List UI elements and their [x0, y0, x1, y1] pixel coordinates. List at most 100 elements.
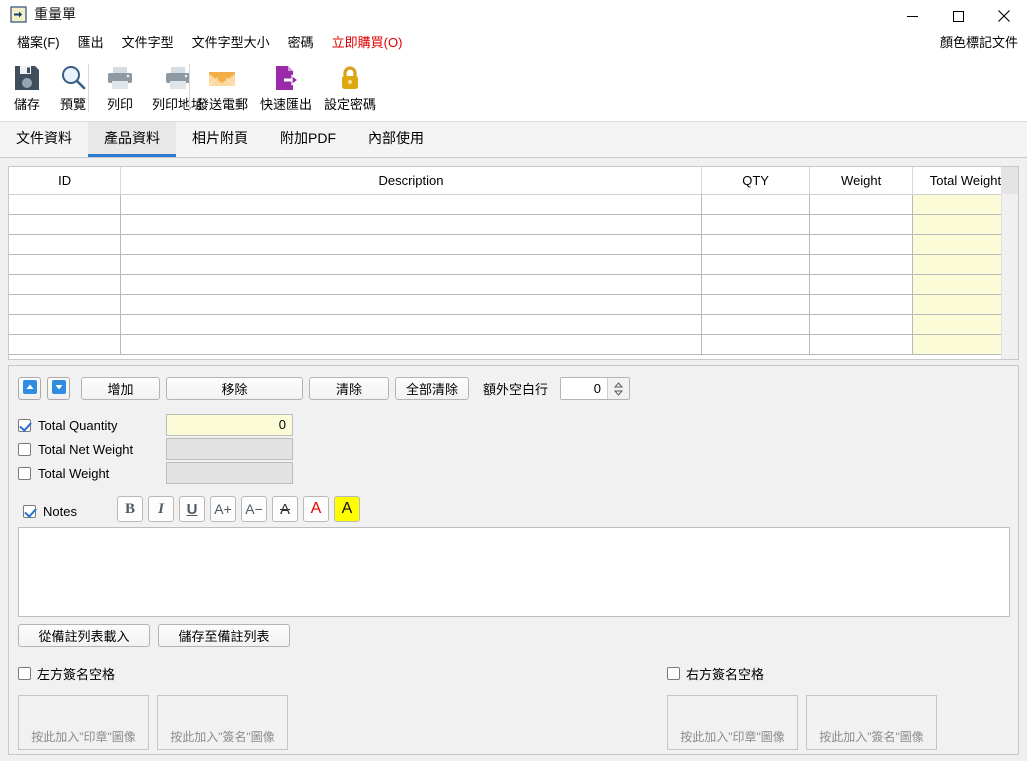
table-row[interactable] [9, 254, 1018, 275]
cell-weight[interactable] [809, 234, 913, 255]
right-signature-image-dropzone[interactable]: 按此加入"簽名"圖像 [806, 695, 937, 750]
menu-item-password[interactable]: 密碼 [279, 32, 323, 54]
column-header-weight[interactable]: Weight [809, 167, 913, 195]
strikethrough-button[interactable]: A [272, 496, 298, 522]
total-quantity-checkbox[interactable] [18, 418, 31, 432]
cell-weight[interactable] [809, 194, 913, 215]
left-signature-image-dropzone[interactable]: 按此加入"簽名"圖像 [157, 695, 288, 750]
cell-weight[interactable] [809, 214, 913, 235]
toolbar-button-send-email[interactable]: 發送電郵 [190, 54, 254, 118]
cell-id[interactable] [9, 194, 122, 215]
cell-qty[interactable] [701, 234, 811, 255]
close-button[interactable] [981, 0, 1027, 32]
menu-item-buy-now[interactable]: 立即購買(O) [323, 32, 412, 54]
right-stamp-image-dropzone[interactable]: 按此加入"印章"圖像 [667, 695, 798, 750]
move-row-down-button[interactable] [47, 377, 70, 400]
cell-qty[interactable] [701, 334, 811, 355]
add-row-button[interactable]: 增加 [81, 377, 160, 400]
table-row[interactable] [9, 334, 1018, 355]
color-marked-document-label[interactable]: 顏色標記文件 [940, 32, 1018, 54]
table-row[interactable] [9, 214, 1018, 235]
cell-description[interactable] [120, 314, 702, 335]
left-signature-checkbox[interactable] [18, 667, 31, 680]
toolbar-button-quick-export[interactable]: 快速匯出 [254, 54, 318, 118]
total-net-weight-checkbox[interactable] [18, 442, 31, 456]
cell-weight[interactable] [809, 254, 913, 275]
notes-textarea[interactable] [18, 527, 1010, 617]
cell-qty[interactable] [701, 274, 811, 295]
toolbar-button-print[interactable]: 列印 [94, 54, 146, 118]
font-decrease-button[interactable]: A− [241, 496, 267, 522]
cell-qty[interactable] [701, 194, 811, 215]
column-header-id[interactable]: ID [9, 167, 122, 195]
toolbar-button-save[interactable]: 儲存 [4, 54, 50, 118]
clear-button[interactable]: 清除 [309, 377, 389, 400]
minimize-button[interactable] [889, 0, 935, 32]
cell-description[interactable] [120, 214, 702, 235]
column-header-description[interactable]: Description [120, 167, 702, 195]
highlight-color-button[interactable]: A [334, 496, 360, 522]
tab-document-data[interactable]: 文件資料 [0, 122, 88, 157]
cell-description[interactable] [120, 254, 702, 275]
table-row[interactable] [9, 314, 1018, 335]
cell-qty[interactable] [701, 254, 811, 275]
cell-description[interactable] [120, 274, 702, 295]
cell-id[interactable] [9, 234, 122, 255]
cell-id[interactable] [9, 214, 122, 235]
cell-id[interactable] [9, 254, 122, 275]
clear-all-button[interactable]: 全部清除 [395, 377, 469, 400]
left-stamp-image-dropzone[interactable]: 按此加入"印章"圖像 [18, 695, 149, 750]
move-row-up-button[interactable] [18, 377, 41, 400]
notes-checkbox[interactable] [23, 505, 36, 518]
remove-row-button[interactable]: 移除 [166, 377, 303, 400]
total-weight-field[interactable] [166, 462, 293, 484]
table-row[interactable] [9, 274, 1018, 295]
cell-description[interactable] [120, 294, 702, 315]
bold-button[interactable]: B [117, 496, 143, 522]
cell-qty[interactable] [701, 294, 811, 315]
menu-item-export[interactable]: 匯出 [69, 32, 113, 54]
table-row[interactable] [9, 194, 1018, 215]
cell-description[interactable] [120, 234, 702, 255]
tab-attach-pdf[interactable]: 附加PDF [264, 122, 352, 157]
save-to-notes-list-button[interactable]: 儲存至備註列表 [158, 624, 290, 647]
total-quantity-field[interactable]: 0 [166, 414, 293, 436]
cell-qty[interactable] [701, 214, 811, 235]
cell-description[interactable] [120, 194, 702, 215]
cell-id[interactable] [9, 294, 122, 315]
table-row[interactable] [9, 234, 1018, 255]
total-net-weight-field[interactable] [166, 438, 293, 460]
load-from-notes-list-button[interactable]: 從備註列表載入 [18, 624, 150, 647]
menu-item-document-font-size[interactable]: 文件字型大小 [183, 32, 279, 54]
font-increase-button[interactable]: A+ [210, 496, 236, 522]
toolbar-button-set-password[interactable]: 設定密碼 [318, 54, 382, 118]
cell-qty[interactable] [701, 314, 811, 335]
tab-product-data[interactable]: 產品資料 [88, 122, 176, 157]
extra-blank-rows-value[interactable]: 0 [561, 378, 608, 399]
stepper-arrows-icon[interactable] [607, 378, 630, 399]
menu-item-document-font[interactable]: 文件字型 [113, 32, 183, 54]
font-color-button[interactable]: A [303, 496, 329, 522]
tab-internal-use[interactable]: 內部使用 [352, 122, 440, 157]
cell-id[interactable] [9, 334, 122, 355]
table-row[interactable] [9, 294, 1018, 315]
cell-id[interactable] [9, 274, 122, 295]
cell-weight[interactable] [809, 274, 913, 295]
extra-blank-rows-stepper[interactable]: 0 [560, 377, 631, 400]
grid-vertical-scrollbar[interactable] [1001, 167, 1018, 359]
column-header-qty[interactable]: QTY [701, 167, 811, 195]
cell-description[interactable] [120, 334, 702, 355]
italic-button[interactable]: I [148, 496, 174, 522]
tab-photo-attachment[interactable]: 相片附頁 [176, 122, 264, 157]
cell-weight[interactable] [809, 334, 913, 355]
menu-item-file[interactable]: 檔案(F) [8, 32, 69, 54]
product-grid[interactable]: ID Description QTY Weight Total Weight [8, 166, 1019, 360]
maximize-button[interactable] [935, 0, 981, 32]
cell-weight[interactable] [809, 314, 913, 335]
cell-weight[interactable] [809, 294, 913, 315]
underline-button[interactable]: U [179, 496, 205, 522]
cell-id[interactable] [9, 314, 122, 335]
total-weight-checkbox[interactable] [18, 466, 31, 480]
right-signature-checkbox[interactable] [667, 667, 680, 680]
tab-bar: 文件資料 產品資料 相片附頁 附加PDF 內部使用 [0, 122, 1027, 158]
